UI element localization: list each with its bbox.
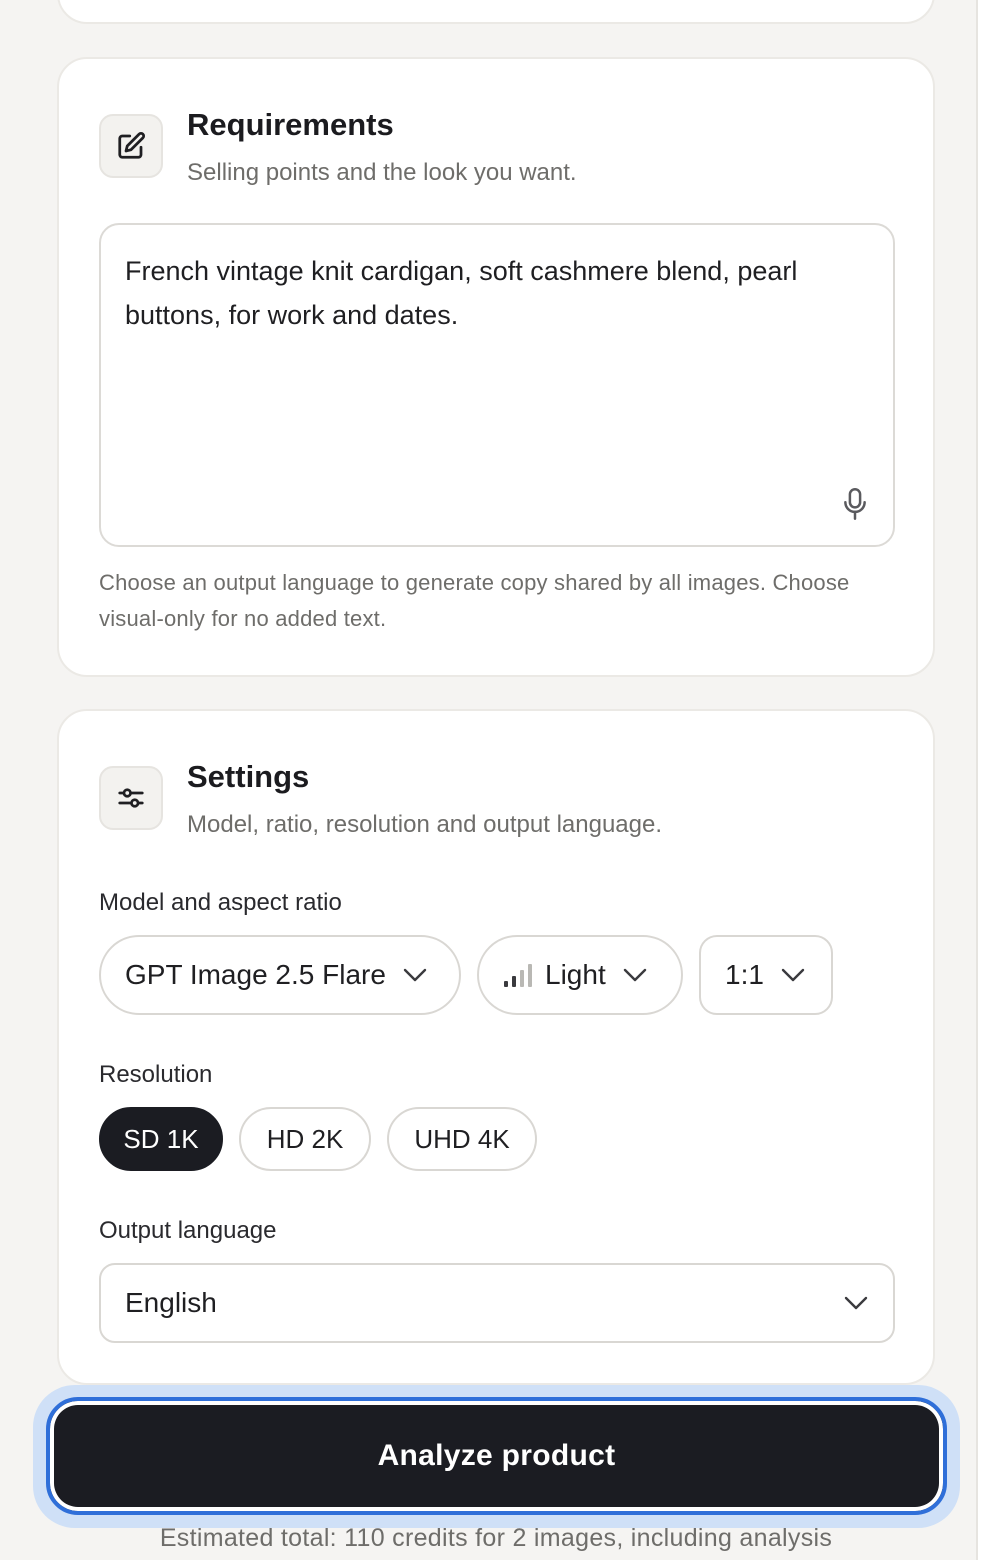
settings-card: Settings Model, ratio, resolution and ou… bbox=[57, 709, 935, 1385]
quality-value: Light bbox=[545, 959, 606, 990]
chevron-down-icon bbox=[843, 1295, 869, 1311]
chevron-down-icon bbox=[780, 967, 806, 983]
requirements-card: Requirements Selling points and the look… bbox=[57, 57, 935, 677]
requirements-text[interactable]: French vintage knit cardigan, soft cashm… bbox=[125, 256, 797, 330]
settings-title: Settings bbox=[187, 759, 310, 794]
model-aspect-label: Model and aspect ratio bbox=[99, 889, 342, 916]
ratio-value: 1:1 bbox=[725, 959, 764, 990]
model-select[interactable]: GPT Image 2.5 Flare bbox=[99, 935, 461, 1015]
quality-select[interactable]: Light bbox=[477, 935, 683, 1015]
language-value: English bbox=[125, 1287, 217, 1318]
edit-icon bbox=[99, 114, 163, 178]
microphone-icon[interactable] bbox=[841, 487, 869, 521]
sliders-icon bbox=[99, 766, 163, 830]
resolution-option-uhd[interactable]: UHD 4K bbox=[387, 1107, 537, 1171]
settings-subtitle: Model, ratio, resolution and output lang… bbox=[187, 811, 662, 838]
scrollbar-track[interactable] bbox=[976, 0, 992, 1560]
estimated-total: Estimated total: 110 credits for 2 image… bbox=[159, 1524, 833, 1552]
language-hint: Choose an output language to generate co… bbox=[99, 570, 850, 631]
resolution-option-hd[interactable]: HD 2K bbox=[239, 1107, 371, 1171]
requirements-title: Requirements bbox=[187, 107, 394, 142]
signal-bars-icon bbox=[503, 963, 533, 987]
chevron-down-icon bbox=[402, 967, 428, 983]
output-language-select[interactable]: English bbox=[99, 1263, 895, 1343]
aspect-ratio-select[interactable]: 1:1 bbox=[699, 935, 833, 1015]
requirements-textarea[interactable]: French vintage knit cardigan, soft cashm… bbox=[99, 223, 895, 547]
resolution-label: Resolution bbox=[99, 1061, 213, 1088]
requirements-subtitle: Selling points and the look you want. bbox=[187, 159, 577, 186]
resolution-option-sd[interactable]: SD 1K bbox=[99, 1107, 223, 1171]
chevron-down-icon bbox=[622, 967, 648, 983]
page: Requirements Selling points and the look… bbox=[0, 0, 992, 1560]
previous-card bbox=[57, 0, 935, 24]
analyze-product-button[interactable]: Analyze product bbox=[46, 1397, 947, 1515]
output-language-label: Output language bbox=[99, 1217, 277, 1244]
model-value: GPT Image 2.5 Flare bbox=[125, 959, 386, 990]
